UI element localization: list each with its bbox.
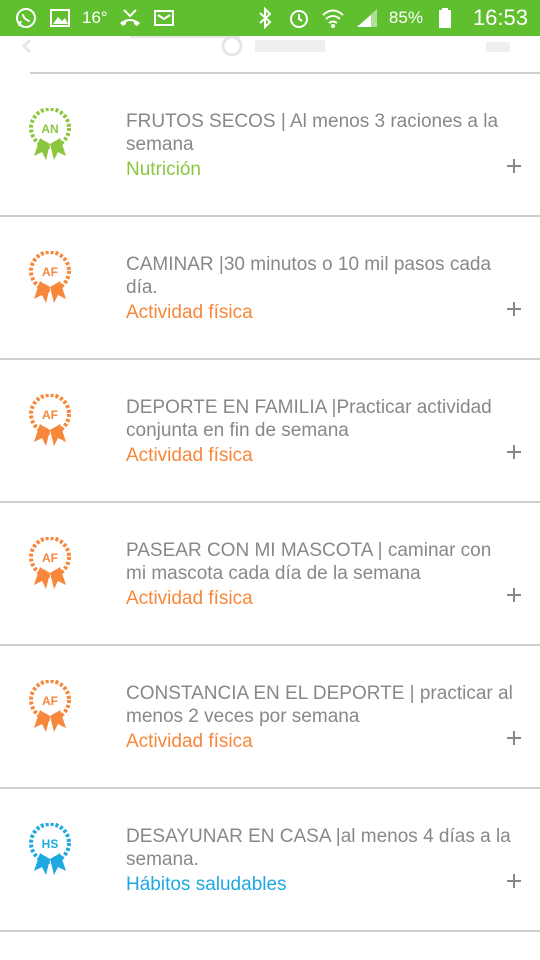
expand-plus-icon[interactable] <box>504 442 524 462</box>
challenge-category: Actividad física <box>126 588 253 609</box>
badge-icon: AF <box>29 251 71 303</box>
badge-icon: AF <box>29 394 71 446</box>
battery-icon <box>433 6 457 30</box>
challenge-item-3[interactable]: AF DEPORTE EN FAMILIA |Practicar activid… <box>0 360 540 503</box>
badge-icon: AF <box>29 537 71 589</box>
challenge-text: FRUTOS SECOS | Al menos 3 raciones a la … <box>126 110 516 182</box>
signal-icon <box>355 6 379 30</box>
challenge-list: AN FRUTOS SECOS | Al menos 3 raciones a … <box>0 74 540 932</box>
challenge-title: CAMINAR |30 minutos o 10 mil pasos cada … <box>126 254 492 298</box>
missed-call-icon <box>118 6 142 30</box>
svg-text:AF: AF <box>42 265 58 279</box>
gallery-icon <box>48 6 72 30</box>
challenge-text: CONSTANCIA EN EL DEPORTE | practicar al … <box>126 682 516 754</box>
whatsapp-icon <box>14 6 38 30</box>
challenge-item-4[interactable]: AF PASEAR CON MI MASCOTA | caminar con m… <box>0 503 540 646</box>
status-bar-right: 85% 16:53 <box>253 0 528 36</box>
challenge-category: Actividad física <box>126 302 253 323</box>
challenge-title: DESAYUNAR EN CASA |al menos 4 días a la … <box>126 826 511 870</box>
alarm-icon <box>287 6 311 30</box>
expand-plus-icon[interactable] <box>504 728 524 748</box>
news-icon <box>152 6 176 30</box>
challenge-text: CAMINAR |30 minutos o 10 mil pasos cada … <box>126 253 516 325</box>
challenge-text: DESAYUNAR EN CASA |al menos 4 días a la … <box>126 825 516 897</box>
challenge-category: Hábitos saludables <box>126 874 287 895</box>
challenge-text: DEPORTE EN FAMILIA |Practicar actividad … <box>126 396 516 468</box>
svg-text:HS: HS <box>42 837 59 851</box>
challenge-category: Actividad física <box>126 445 253 466</box>
expand-plus-icon[interactable] <box>504 585 524 605</box>
expand-plus-icon[interactable] <box>504 871 524 891</box>
challenge-title: DEPORTE EN FAMILIA |Practicar actividad … <box>126 397 492 441</box>
battery-percent: 85% <box>388 8 423 27</box>
challenge-item-5[interactable]: AF CONSTANCIA EN EL DEPORTE | practicar … <box>0 646 540 789</box>
wifi-icon <box>321 6 345 30</box>
challenge-item-1[interactable]: AN FRUTOS SECOS | Al menos 3 raciones a … <box>0 74 540 217</box>
challenge-title: PASEAR CON MI MASCOTA | caminar con mi m… <box>126 540 492 584</box>
badge-icon: AN <box>29 108 71 160</box>
bluetooth-icon <box>253 6 277 30</box>
svg-text:AN: AN <box>41 122 58 136</box>
challenge-title: FRUTOS SECOS | Al menos 3 raciones a la … <box>126 111 499 155</box>
clock: 16:53 <box>472 5 528 30</box>
expand-plus-icon[interactable] <box>504 156 524 176</box>
challenge-title: CONSTANCIA EN EL DEPORTE | practicar al … <box>126 683 513 727</box>
badge-icon: AF <box>29 680 71 732</box>
challenge-category: Actividad física <box>126 731 253 752</box>
challenge-category: Nutrición <box>126 159 201 180</box>
challenge-item-2[interactable]: AF CAMINAR |30 minutos o 10 mil pasos ca… <box>0 217 540 360</box>
challenge-text: PASEAR CON MI MASCOTA | caminar con mi m… <box>126 539 516 611</box>
status-bar: 16° 85% 16:53 <box>0 0 540 36</box>
svg-text:AF: AF <box>42 551 58 565</box>
svg-text:AF: AF <box>42 694 58 708</box>
status-bar-left: 16° <box>14 0 176 36</box>
app-bar-partial-icons <box>21 36 510 57</box>
app-bar <box>0 36 540 76</box>
expand-plus-icon[interactable] <box>504 299 524 319</box>
temperature-text: 16° <box>82 8 108 27</box>
svg-text:AF: AF <box>42 408 58 422</box>
challenge-item-6[interactable]: HS DESAYUNAR EN CASA |al menos 4 días a … <box>0 789 540 932</box>
badge-icon: HS <box>29 823 71 875</box>
